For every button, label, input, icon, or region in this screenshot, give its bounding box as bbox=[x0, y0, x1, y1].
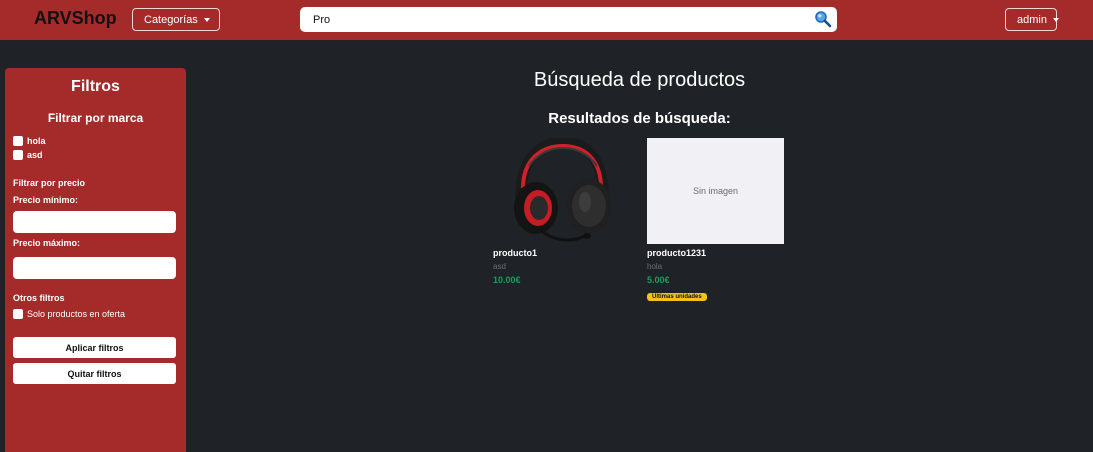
product-brand: asd bbox=[493, 262, 506, 271]
search-box bbox=[300, 7, 837, 32]
product-card[interactable]: Sin imagen producto1231 hola 5.00€ Últim… bbox=[647, 138, 787, 303]
offer-only-label: Solo productos en oferta bbox=[27, 309, 126, 319]
brand-logo[interactable]: ARVShop bbox=[34, 8, 117, 29]
price-filter-title: Filtrar por precio bbox=[13, 178, 86, 188]
no-image-label: Sin imagen bbox=[692, 186, 739, 196]
offer-only-option[interactable]: Solo productos en oferta bbox=[13, 309, 125, 319]
brand-filter-title: Filtrar por marca bbox=[47, 111, 144, 125]
results-title: Resultados de búsqueda: bbox=[548, 110, 731, 127]
max-price-input[interactable] bbox=[13, 257, 176, 279]
search-input[interactable] bbox=[300, 7, 800, 32]
brand-filter-option[interactable]: asd bbox=[13, 150, 43, 160]
brand-option-label: asd bbox=[27, 150, 43, 160]
page-title: Búsqueda de productos bbox=[533, 69, 746, 91]
chevron-down-icon bbox=[203, 17, 210, 22]
brand-filter-option[interactable]: hola bbox=[13, 136, 46, 146]
offer-only-checkbox[interactable] bbox=[13, 309, 23, 319]
brand-option-label: hola bbox=[27, 136, 46, 146]
user-menu-dropdown[interactable]: admin bbox=[1005, 8, 1059, 31]
status-badge: Últimas unidades bbox=[647, 293, 707, 301]
filters-title: Filtros bbox=[71, 78, 120, 95]
product-brand: hola bbox=[647, 262, 663, 271]
categories-dropdown[interactable]: Categorías bbox=[132, 8, 220, 31]
product-card[interactable]: producto1 asd 10.00€ bbox=[493, 138, 633, 285]
chevron-down-icon bbox=[1052, 17, 1059, 22]
headset-image bbox=[514, 138, 611, 242]
other-filters-title: Otros filtros bbox=[13, 293, 65, 303]
min-price-label: Precio mínimo: bbox=[13, 195, 79, 205]
product-price: 5.00€ bbox=[647, 275, 670, 285]
user-label: admin bbox=[1017, 13, 1047, 26]
search-icon[interactable] bbox=[814, 10, 832, 28]
brand-checkbox[interactable] bbox=[13, 136, 23, 146]
product-image-placeholder[interactable]: Sin imagen bbox=[647, 138, 784, 244]
apply-filters-button[interactable]: Aplicar filtros bbox=[13, 337, 176, 358]
product-image[interactable] bbox=[493, 138, 630, 244]
filters-sidebar: Filtros Filtrar por marca hola asd Filtr… bbox=[5, 68, 186, 452]
product-price: 10.00€ bbox=[493, 275, 521, 285]
brand-checkbox[interactable] bbox=[13, 150, 23, 160]
clear-filters-button[interactable]: Quitar filtros bbox=[13, 363, 176, 384]
top-navbar: ARVShop Categorías admin bbox=[0, 0, 1093, 40]
product-name[interactable]: producto1 bbox=[493, 248, 633, 258]
categories-label: Categorías bbox=[144, 13, 198, 26]
max-price-label: Precio máximo: bbox=[13, 238, 81, 248]
min-price-input[interactable] bbox=[13, 211, 176, 233]
product-name[interactable]: producto1231 bbox=[647, 248, 787, 258]
